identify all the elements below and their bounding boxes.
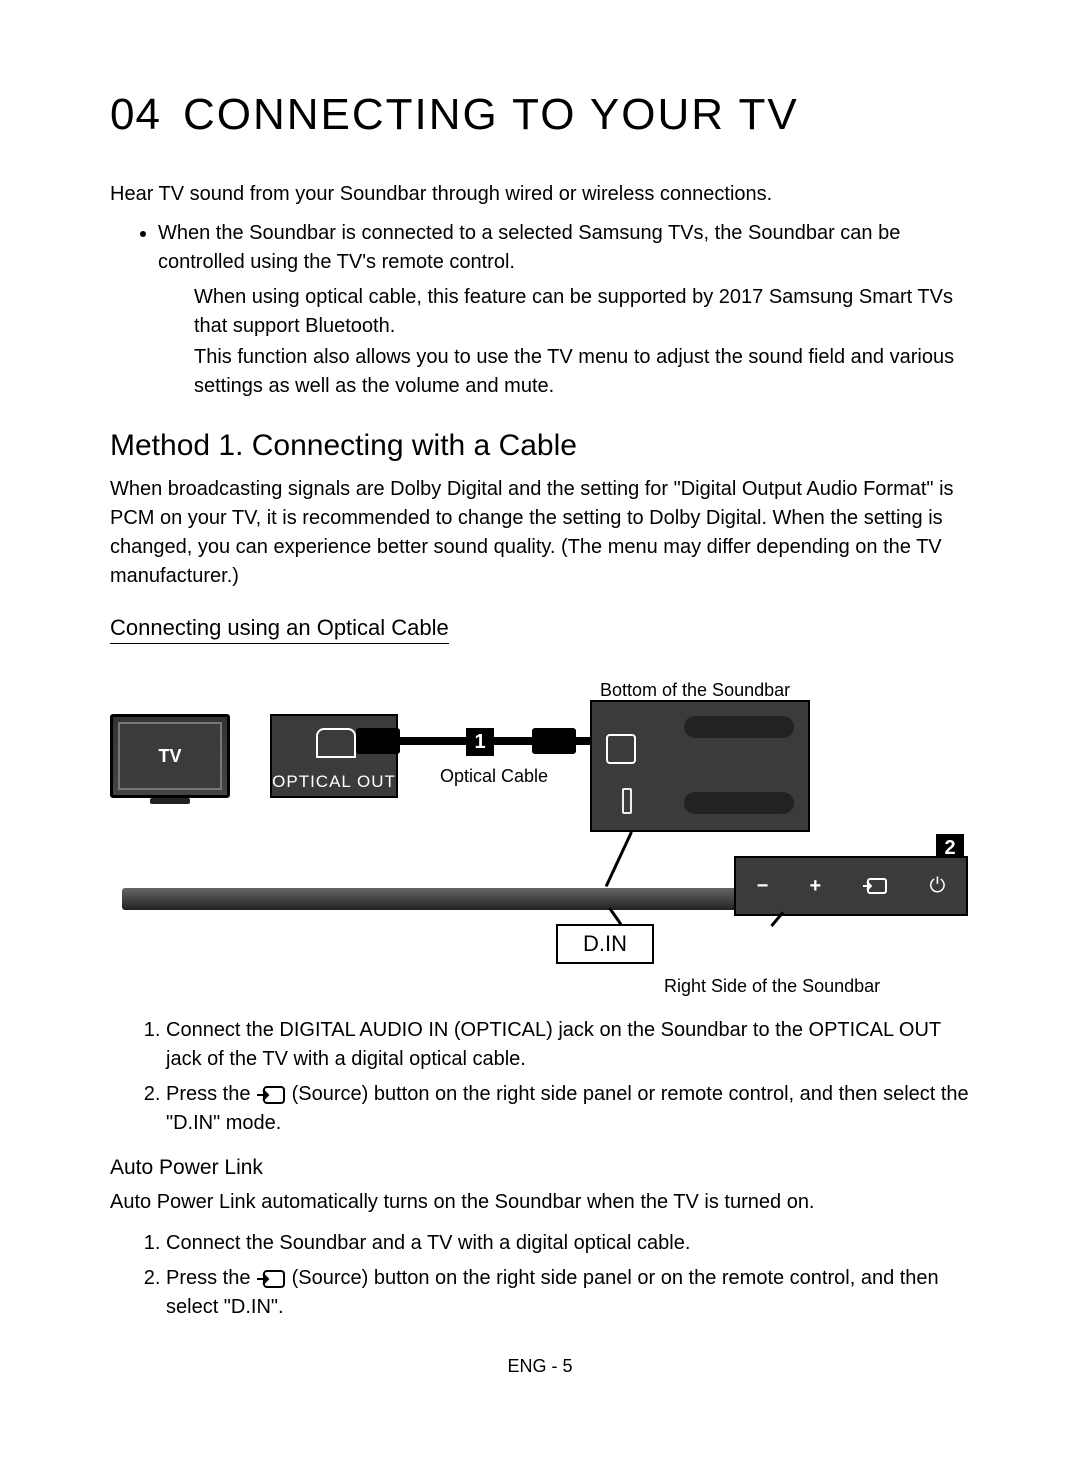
optical-subtitle: Connecting using an Optical Cable [110,615,449,644]
apl-step-1: Connect the Soundbar and a TV with a dig… [166,1229,970,1258]
power-icon: ⏻ [930,875,946,898]
optical-plug-right [532,728,576,754]
step2-text-a: Press the [166,1083,256,1105]
optical-diagram: Bottom of the Soundbar TV OPTICAL OUT 1 … [110,684,970,1004]
volume-up-icon: + [809,875,821,898]
step-badge-1: 1 [466,728,494,756]
method1-desc: When broadcasting signals are Dolby Digi… [110,475,970,591]
callout-line-1 [605,831,633,887]
page: 04 CONNECTING TO YOUR TV Hear TV sound f… [0,0,1080,1437]
soundbar-side-panel: − + ⏻ [734,856,968,916]
apl-step-2: Press the (Source) button on the right s… [166,1264,970,1322]
panel-slot-1 [684,716,794,738]
page-footer: ENG - 5 [110,1356,970,1377]
optical-out-label: OPTICAL OUT [272,768,396,796]
optical-step-2: Press the (Source) button on the right s… [166,1080,970,1138]
step2-text-b: (Source) button on the right side panel … [166,1083,969,1134]
digital-audio-in-jack-icon [606,734,636,764]
tv-label: TV [118,722,222,790]
volume-down-icon: − [757,875,769,898]
panel-slot-2 [684,792,794,814]
din-label-box: D.IN [556,924,654,964]
optical-port-icon [316,728,356,758]
intro-bullets: When the Soundbar is connected to a sele… [110,219,970,277]
intro-sublist: When using optical cable, this feature c… [110,283,970,401]
panel-bolt [622,788,632,814]
soundbar-bottom-panel [590,700,810,832]
caption-bottom-of-soundbar: Bottom of the Soundbar [600,680,790,701]
apl-step2-text-a: Press the [166,1267,256,1289]
chapter-title: CONNECTING TO YOUR TV [183,90,799,140]
auto-power-link-title: Auto Power Link [110,1156,970,1180]
caption-right-side: Right Side of the Soundbar [664,976,880,997]
optical-step-1: Connect the DIGITAL AUDIO IN (OPTICAL) j… [166,1016,970,1074]
tv-illustration: TV [110,714,230,798]
tv-stand [150,798,190,804]
chapter-heading: 04 CONNECTING TO YOUR TV [110,90,970,140]
apl-steps: Connect the Soundbar and a TV with a dig… [110,1229,970,1322]
intro-bullet-1: When the Soundbar is connected to a sele… [158,219,970,277]
source-icon [862,876,888,896]
intro-sub-1: When using optical cable, this feature c… [194,283,970,341]
optical-steps: Connect the DIGITAL AUDIO IN (OPTICAL) j… [110,1016,970,1138]
optical-cable-label: Optical Cable [440,766,548,787]
auto-power-link-desc: Auto Power Link automatically turns on t… [110,1188,970,1217]
method1-title: Method 1. Connecting with a Cable [110,429,970,463]
tv-optical-out-panel: OPTICAL OUT [270,714,398,798]
source-icon [256,1270,286,1288]
intro-text: Hear TV sound from your Soundbar through… [110,180,970,209]
intro-sub-2: This function also allows you to use the… [194,343,970,401]
chapter-number: 04 [110,90,161,140]
source-icon [256,1086,286,1104]
